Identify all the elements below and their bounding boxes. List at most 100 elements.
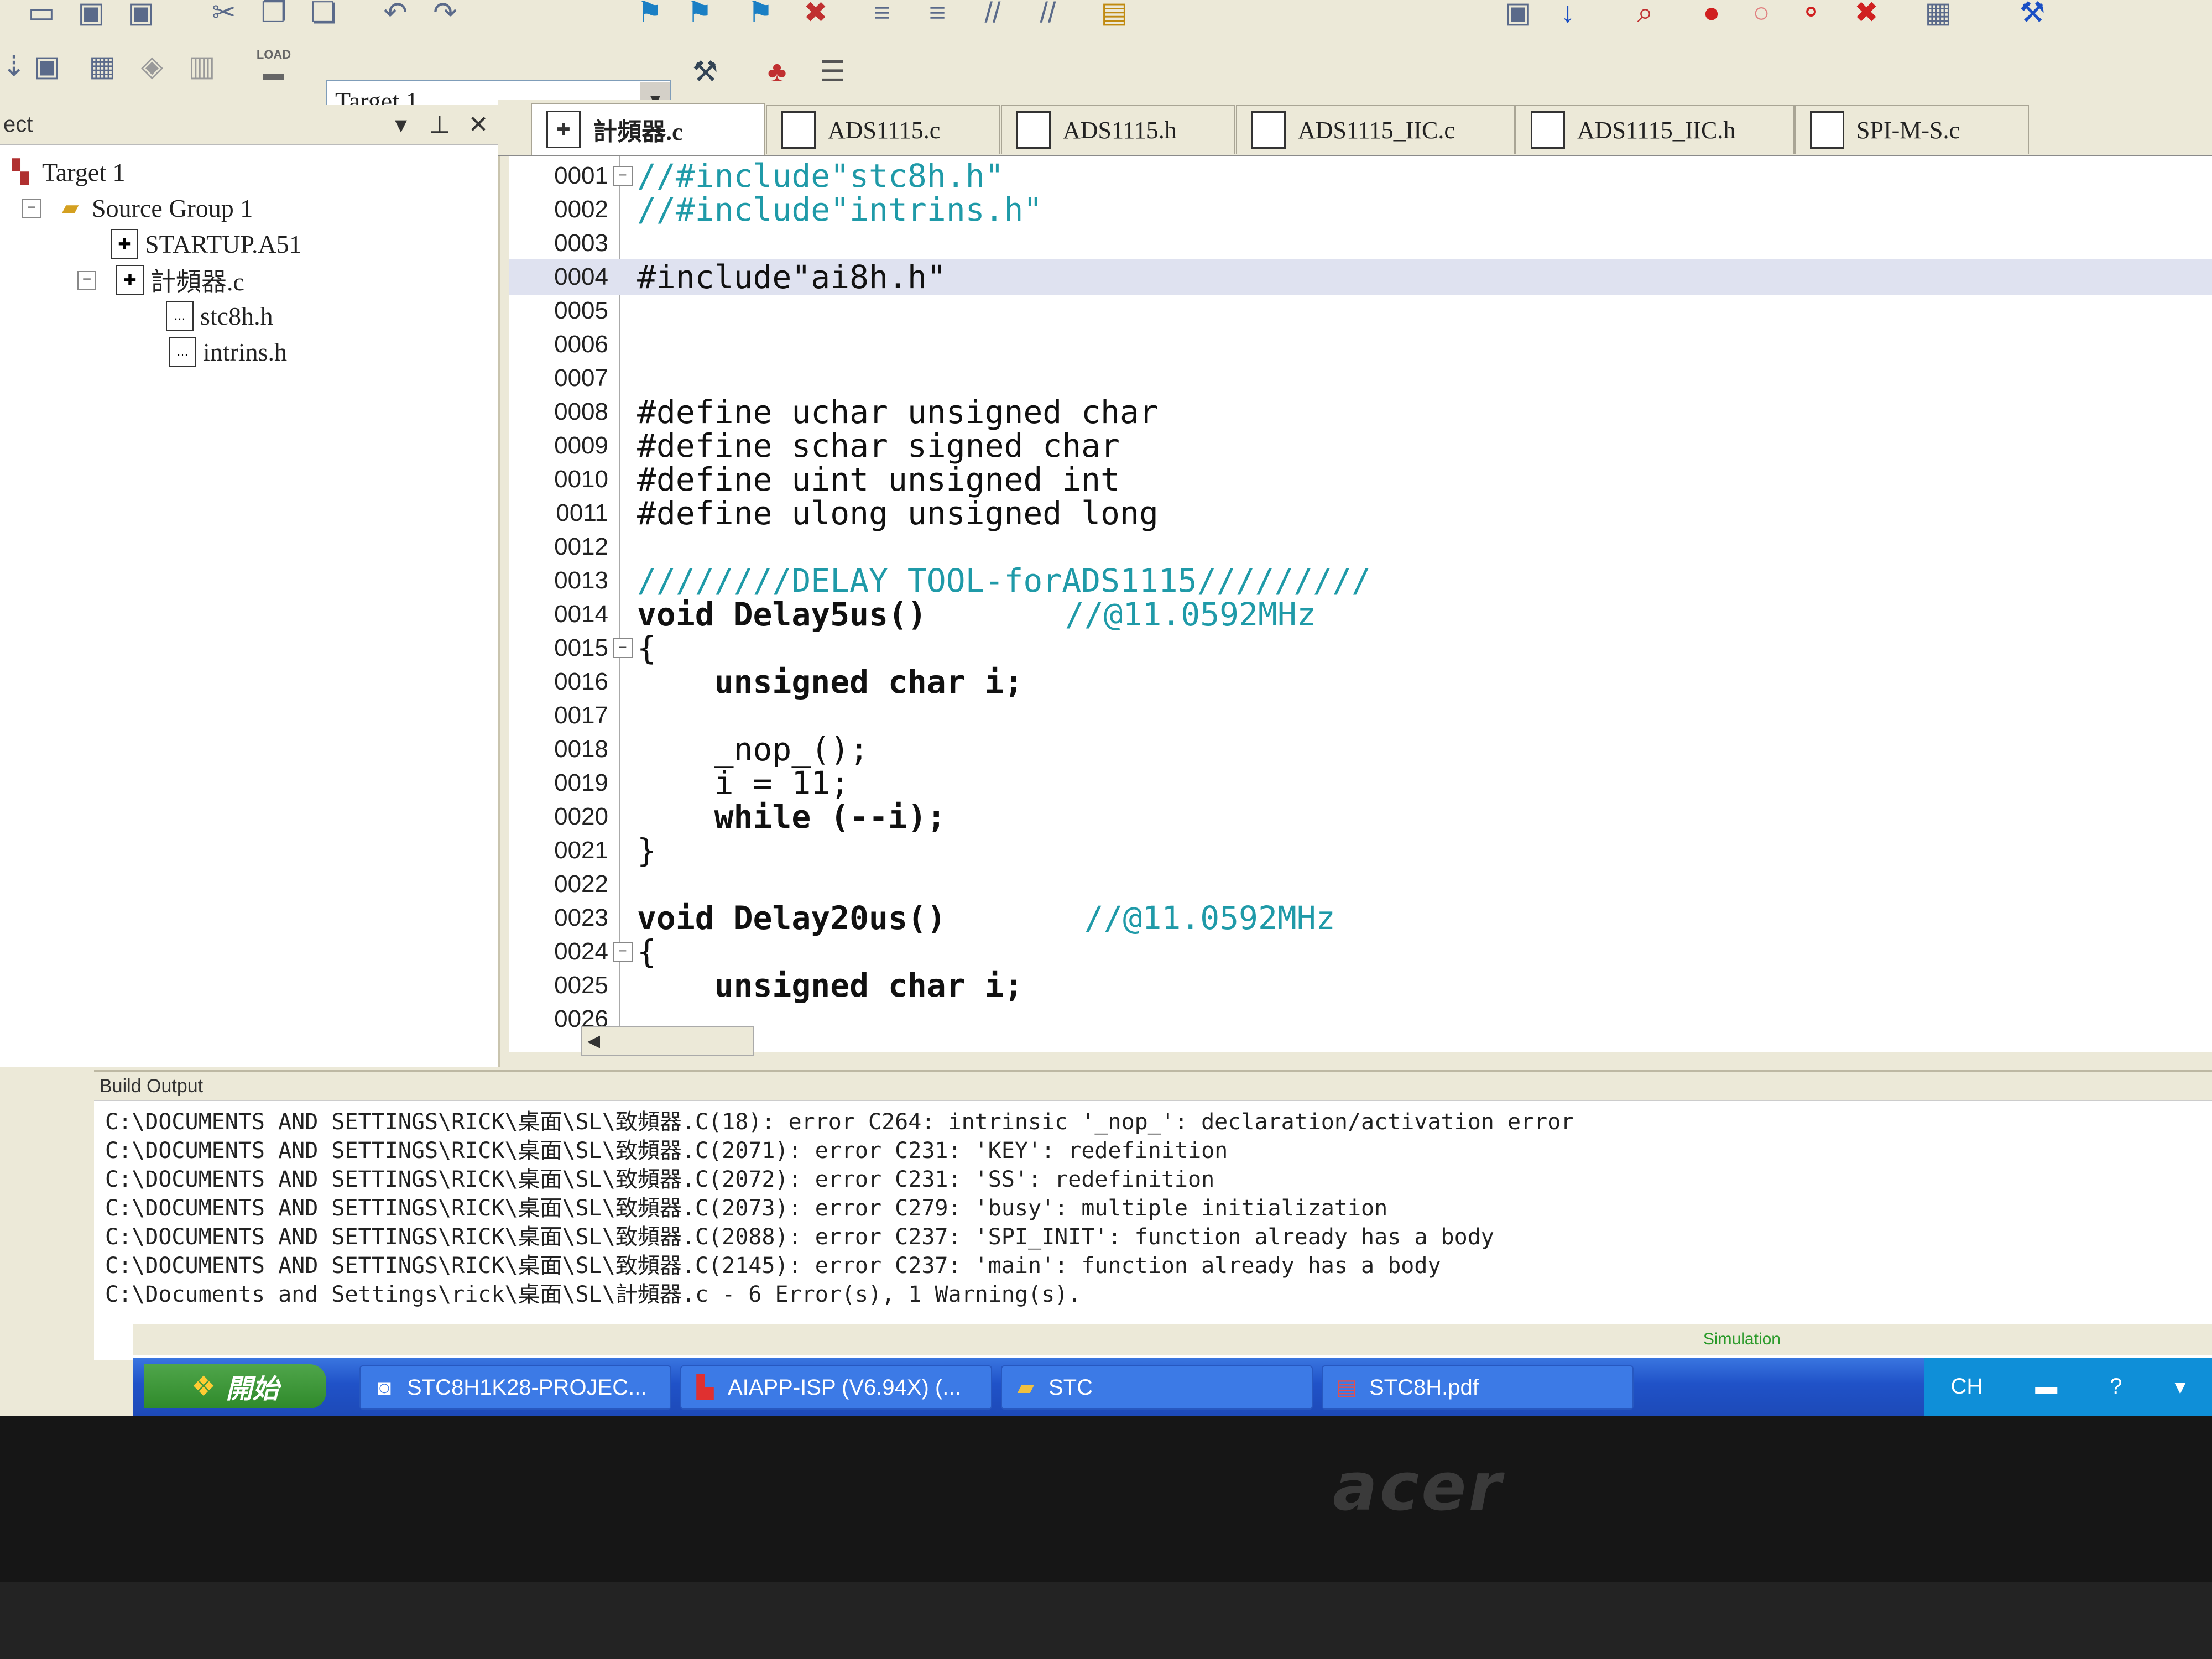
task-stc-folder[interactable]: ▰ STC <box>1001 1365 1313 1410</box>
keyboard-icon[interactable]: ▬ <box>2035 1374 2057 1399</box>
kill-breakpoints-icon[interactable]: ⚬ <box>1792 0 1830 32</box>
tab-ads1115-h[interactable]: ADS1115.h <box>1001 105 1235 154</box>
breakpoint-icon[interactable]: ● <box>1692 0 1731 32</box>
select-packs-icon[interactable]: ☰ <box>813 53 852 91</box>
indent-icon[interactable]: ≡ <box>863 0 901 32</box>
save-all-icon[interactable]: ▣ <box>122 0 160 32</box>
system-tray: CH ▬ ? ▾ <box>1924 1358 2212 1416</box>
code-line[interactable]: 0014 void Delay5us() //@11.0592MHz <box>509 596 2212 633</box>
debug-icon[interactable]: ▣ <box>1499 0 1537 32</box>
code-line[interactable]: 0026 <box>509 1001 2212 1037</box>
code-line[interactable]: 0002 //#include"intrins.h" <box>509 191 2212 228</box>
clear-breakpoints-icon[interactable]: ✖ <box>1847 0 1886 32</box>
code-line[interactable]: 0019 i = 11; <box>509 764 2212 802</box>
find-in-files-icon[interactable]: ▤ <box>1095 0 1134 32</box>
cut-icon[interactable]: ✂ <box>205 0 243 32</box>
load-button[interactable]: LOAD ▬ <box>254 47 293 86</box>
code-line[interactable]: 0005 <box>509 293 2212 328</box>
configure-icon[interactable]: ⚒ <box>2013 0 2052 32</box>
clear-bookmarks-icon[interactable]: ✖ <box>796 0 835 32</box>
build-output-line[interactable]: C:\DOCUMENTS AND SETTINGS\RICK\桌面\SL\致頻器… <box>105 1249 1441 1279</box>
next-bookmark-icon[interactable]: ⚑ <box>680 0 719 32</box>
tree-item-stc8h-h[interactable]: … stc8h.h <box>166 299 273 333</box>
code-line[interactable]: 0024−{ <box>509 933 2212 971</box>
redo-icon[interactable]: ↷ <box>426 0 465 32</box>
build-output-line[interactable]: C:\DOCUMENTS AND SETTINGS\RICK\桌面\SL\致頻器… <box>105 1220 1494 1250</box>
tray-options-icon[interactable]: ▾ <box>2174 1374 2185 1400</box>
tab-ads1115-iic-c[interactable]: ADS1115_IIC.c <box>1236 105 1515 154</box>
code-line[interactable]: 0018 _nop_(); <box>509 731 2212 768</box>
code-line[interactable]: 0021} <box>509 832 2212 869</box>
panel-menu-icon[interactable]: ▾ <box>382 111 420 139</box>
tab-ads1115-c[interactable]: ADS1115.c <box>766 105 1000 154</box>
code-editor[interactable]: 0001−//#include"stc8h.h" 0002//#include"i… <box>509 156 2212 1052</box>
code-line[interactable]: 0007 <box>509 361 2212 396</box>
tab-main-source[interactable]: ✚ 計頻器.c <box>531 103 765 155</box>
code-line[interactable]: 0006 <box>509 327 2212 362</box>
task-stc8h-pdf[interactable]: ▤ STC8H.pdf <box>1322 1365 1634 1410</box>
download-icon[interactable]: ↓ <box>1548 0 1587 32</box>
build-output-line[interactable]: C:\Documents and Settings\rick\桌面\SL\計頻器… <box>105 1278 1081 1307</box>
language-indicator[interactable]: CH <box>1950 1374 1983 1399</box>
code-line[interactable]: 0020 while (--i); <box>509 798 2212 836</box>
code-line[interactable]: 0022 <box>509 867 2212 902</box>
save-icon[interactable]: ▣ <box>72 0 111 32</box>
code-line[interactable]: 0017 <box>509 698 2212 733</box>
batch-build-icon[interactable]: ◈ <box>133 47 171 86</box>
tree-item-intrins-h[interactable]: … intrins.h <box>169 335 287 369</box>
rebuild-icon[interactable]: ▦ <box>83 47 122 86</box>
code-line[interactable]: 0008 #define uchar unsigned char <box>509 393 2212 431</box>
uncomment-icon[interactable]: // <box>1029 0 1067 32</box>
code-line[interactable]: 0015−{ <box>509 629 2212 667</box>
code-line[interactable]: 0025 unsigned char i; <box>509 967 2212 1004</box>
scroll-left-icon[interactable]: ◀ <box>587 1031 600 1051</box>
tree-item-startup[interactable]: ✚ STARTUP.A51 <box>111 227 302 261</box>
fold-toggle-icon[interactable]: − <box>613 942 633 962</box>
start-button[interactable]: ❖ 開始 <box>144 1364 326 1408</box>
paste-icon[interactable]: ❏ <box>304 0 343 32</box>
fold-toggle-icon[interactable]: − <box>613 166 633 186</box>
tree-item-target[interactable]: ▚ Target 1 <box>6 155 126 189</box>
open-file-icon[interactable]: ▭ <box>22 0 61 32</box>
code-line[interactable]: 0013 ////////DELAY TOOL-forADS1115///////… <box>509 562 2212 599</box>
build-output-line[interactable]: C:\DOCUMENTS AND SETTINGS\RICK\桌面\SL\致頻器… <box>105 1105 1574 1135</box>
tree-item-main-source[interactable]: ✚ 計頻器.c <box>116 263 244 297</box>
build-icon[interactable]: ▣ <box>28 47 66 86</box>
code-line[interactable]: 0011 #define ulong unsigned long <box>509 494 2212 532</box>
code-line[interactable]: 0001−//#include"stc8h.h" <box>509 157 2212 195</box>
search-icon[interactable]: ⌕ <box>1626 0 1665 32</box>
code-line[interactable]: 0016 unsigned char i; <box>509 663 2212 701</box>
tab-ads1115-iic-h[interactable]: ADS1115_IIC.h <box>1515 105 1794 154</box>
code-line[interactable]: 0004 #include"ai8h.h" <box>509 258 2212 296</box>
target-options-icon[interactable]: ⚒ <box>686 53 724 91</box>
fold-toggle-icon[interactable]: − <box>613 638 633 658</box>
task-keil-project[interactable]: ◙ STC8H1K28-PROJEC... <box>359 1365 671 1410</box>
window-layout-icon[interactable]: ▦ <box>1919 0 1958 32</box>
horizontal-scrollbar[interactable]: ◀ <box>581 1026 754 1056</box>
comment-icon[interactable]: // <box>973 0 1012 32</box>
pin-icon[interactable]: ⊥ <box>420 111 459 139</box>
close-icon[interactable]: ✕ <box>459 111 498 139</box>
undo-icon[interactable]: ↶ <box>376 0 415 32</box>
collapse-icon[interactable]: − <box>22 199 41 218</box>
task-aiapp-isp[interactable]: ▙ AIAPP-ISP (V6.94X) (... <box>680 1365 992 1410</box>
prev-bookmark-icon[interactable]: ⚑ <box>741 0 780 32</box>
code-line[interactable]: 0003 <box>509 226 2212 261</box>
build-output-line[interactable]: C:\DOCUMENTS AND SETTINGS\RICK\桌面\SL\致頻器… <box>105 1192 1387 1221</box>
collapse-icon[interactable]: − <box>77 271 96 290</box>
bookmark-icon[interactable]: ⚑ <box>630 0 669 32</box>
unindent-icon[interactable]: ≡ <box>918 0 957 32</box>
help-icon[interactable]: ? <box>2110 1374 2122 1399</box>
copy-icon[interactable]: ❐ <box>254 0 293 32</box>
code-line[interactable]: 0010 #define uint unsigned int <box>509 461 2212 498</box>
stop-build-icon[interactable]: ▥ <box>182 47 221 86</box>
code-line[interactable]: 0009 #define schar signed char <box>509 427 2212 465</box>
build-output-line[interactable]: C:\DOCUMENTS AND SETTINGS\RICK\桌面\SL\致頻器… <box>105 1163 1214 1192</box>
manage-components-icon[interactable]: ♣ <box>758 53 796 91</box>
disable-breakpoint-icon[interactable]: ○ <box>1742 0 1781 32</box>
tree-item-source-group[interactable]: ▰ Source Group 1 <box>55 191 253 225</box>
code-line[interactable]: 0023 void Delay20us() //@11.0592MHz <box>509 899 2212 937</box>
code-line[interactable]: 0012 <box>509 529 2212 565</box>
tab-spi-m-s-c[interactable]: SPI-M-S.c <box>1794 105 2029 154</box>
build-output-line[interactable]: C:\DOCUMENTS AND SETTINGS\RICK\桌面\SL\致頻器… <box>105 1134 1228 1164</box>
